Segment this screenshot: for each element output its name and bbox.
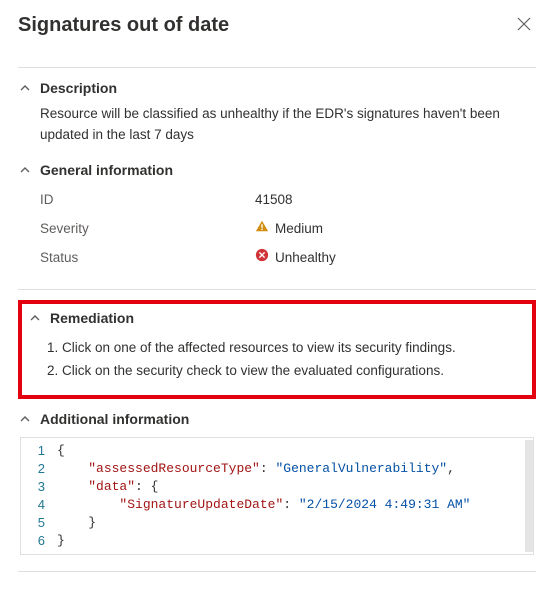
section-description-title: Description	[40, 80, 117, 96]
section-additional-title: Additional information	[40, 411, 189, 427]
general-row-status: Status Unhealthy	[40, 244, 536, 273]
section-general-toggle[interactable]: General information	[18, 160, 536, 180]
general-severity-label: Severity	[40, 215, 255, 244]
section-description-body: Resource will be classified as unhealthy…	[18, 98, 536, 150]
warning-triangle-icon	[255, 219, 269, 240]
panel-title: Signatures out of date	[18, 14, 229, 37]
general-row-severity: Severity Medium	[40, 215, 536, 244]
additional-json-viewer: 1 2 3 4 5 6 { "assessedResourceType": "G…	[20, 437, 534, 555]
divider	[18, 67, 536, 68]
chevron-up-icon	[28, 312, 42, 324]
section-description-toggle[interactable]: Description	[18, 78, 536, 98]
section-remediation-toggle[interactable]: Remediation	[28, 308, 524, 328]
close-icon	[516, 16, 532, 35]
general-id-label: ID	[40, 186, 255, 215]
code-content[interactable]: { "assessedResourceType": "GeneralVulner…	[55, 438, 533, 554]
general-status-label: Status	[40, 244, 255, 273]
scrollbar[interactable]	[525, 440, 533, 552]
chevron-up-icon	[18, 413, 32, 425]
general-row-id: ID 41508	[40, 186, 536, 215]
error-circle-icon	[255, 248, 269, 269]
chevron-up-icon	[18, 82, 32, 94]
section-description: Description Resource will be classified …	[18, 78, 536, 150]
divider	[18, 289, 536, 290]
remediation-step-2: Click on the security check to view the …	[62, 361, 524, 382]
section-general-title: General information	[40, 162, 173, 178]
section-additional-toggle[interactable]: Additional information	[18, 409, 536, 429]
section-remediation-highlight: Remediation Click on one of the affected…	[18, 300, 536, 400]
remediation-steps: Click on one of the affected resources t…	[46, 338, 524, 382]
general-severity-value: Medium	[275, 219, 323, 240]
close-button[interactable]	[512, 12, 536, 39]
general-id-value: 41508	[255, 186, 536, 215]
code-gutter: 1 2 3 4 5 6	[21, 438, 55, 554]
divider	[18, 571, 536, 572]
section-additional: Additional information 1 2 3 4 5 6 { "as…	[18, 409, 536, 555]
remediation-step-1: Click on one of the affected resources t…	[62, 338, 524, 359]
section-remediation-title: Remediation	[50, 310, 134, 326]
general-status-value: Unhealthy	[275, 248, 336, 269]
chevron-up-icon	[18, 164, 32, 176]
section-general: General information ID 41508 Severity Me…	[18, 160, 536, 277]
